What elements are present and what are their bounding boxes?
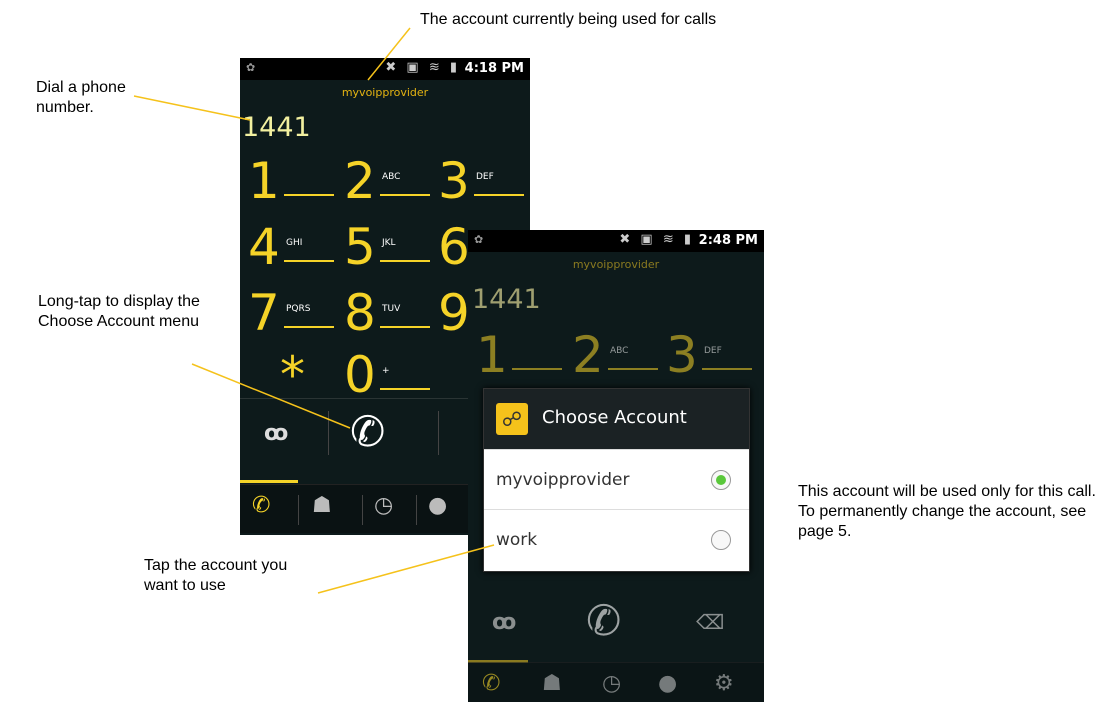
key-digit: 0 [344,346,376,404]
dial-key-7[interactable]: 7 PQRS [248,284,346,342]
dial-key-2[interactable]: 2 ABC [572,326,670,384]
key-underline [284,194,334,196]
key-letters: DEF [704,346,722,356]
voicemail-icon[interactable]: ꝏ [492,610,516,635]
current-account-label: myvoipprovider [572,258,660,271]
phone-tab-icon[interactable]: ✆ [252,493,270,518]
dial-key-2[interactable]: 2 ABC [344,152,442,210]
voicemail-icon[interactable]: ꝏ [264,421,288,446]
call-button[interactable]: ✆ [586,596,621,645]
annotation-tap-account: Tap the account you want to use [144,557,288,594]
status-time: 2:48 PM [698,233,758,248]
key-digit: 9 [438,284,470,342]
key-letters: + [382,366,390,376]
history-tab-icon[interactable]: ◷ [602,671,621,696]
key-underline [474,194,524,196]
messages-tab-icon[interactable]: ● [428,493,447,518]
dial-key-5[interactable]: 5 JKL [344,218,442,276]
status-bar: ✿ ✖ ▣ ≋ ▮ 2:48 PM [468,230,764,252]
key-digit: 8 [344,284,376,342]
annotation-long-tap: Long-tap to display the Choose Account m… [38,293,200,330]
key-underline [608,368,658,370]
key-underline [380,194,430,196]
key-digit: 2 [344,152,376,210]
dial-key-0[interactable]: 0 + [344,346,442,404]
annotation-dial-number: Dial a phone number. [36,79,126,116]
key-letters: ABC [610,346,629,356]
notification-icon: ✿ [246,61,256,74]
status-icons: ✖ ▣ ≋ ▮ [619,232,694,247]
dial-key-1[interactable]: 1 [476,326,574,384]
dial-key-1[interactable]: 1 [248,152,346,210]
key-letters: JKL [382,238,396,248]
dialog-header: ☍ Choose Account [484,389,749,449]
key-underline [284,326,334,328]
bottom-tabs: ✆ ☗ ◷ ● ⚙ [468,662,764,702]
dial-key-4[interactable]: 4 GHI [248,218,346,276]
annotation-current-account: The account currently being used for cal… [420,11,717,28]
key-underline [380,326,430,328]
dial-key-8[interactable]: 8 TUV [344,284,442,342]
choose-account-dialog: ☍ Choose Account myvoipprovider work [483,388,750,572]
key-letters: PQRS [286,304,311,314]
backspace-icon[interactable]: ⌫ [696,610,724,634]
phone-tab-icon[interactable]: ✆ [482,671,500,696]
call-button[interactable]: ✆ [350,407,385,456]
key-letters: GHI [286,238,303,248]
annotation-single-call-note: This account will be used only for this … [798,483,1096,540]
key-digit: 3 [438,152,470,210]
key-digit: 5 [344,218,376,276]
key-underline [284,260,334,262]
key-digit: 3 [666,326,698,384]
key-digit: 6 [438,218,470,276]
account-option-work[interactable]: work [484,509,749,570]
key-underline [512,368,562,370]
key-digit: 4 [248,218,280,276]
dial-key-3[interactable]: 3 DEF [666,326,764,384]
key-underline [380,388,430,390]
account-switch-icon: ☍ [496,403,528,435]
account-option-myvoipprovider[interactable]: myvoipprovider [484,449,749,510]
key-digit: 7 [248,284,280,342]
key-digit: 2 [572,326,604,384]
dialed-number: 1441 [472,284,541,315]
notification-icon: ✿ [474,233,484,246]
messages-tab-icon[interactable]: ● [658,671,677,696]
account-option-label: work [496,530,538,550]
radio-selected-icon[interactable] [711,470,731,490]
dialed-number: 1441 [242,112,311,143]
dial-key-3[interactable]: 3 DEF [438,152,530,210]
settings-tab-icon[interactable]: ⚙ [714,671,734,696]
key-letters: DEF [476,172,494,182]
status-icons: ✖ ▣ ≋ ▮ [385,60,460,75]
key-letters: TUV [382,304,401,314]
key-underline [380,260,430,262]
dialog-title: Choose Account [542,407,687,428]
contacts-tab-icon[interactable]: ☗ [542,671,562,696]
key-underline [702,368,752,370]
status-bar: ✿ ✖ ▣ ≋ ▮ 4:18 PM [240,58,530,80]
key-digit: 1 [248,152,280,210]
key-digit: * [280,346,305,404]
history-tab-icon[interactable]: ◷ [374,493,393,518]
key-digit: 1 [476,326,508,384]
call-action-row: ꝏ ✆ ⌫ [468,592,764,656]
radio-unselected-icon[interactable] [711,530,731,550]
key-letters: ABC [382,172,401,182]
phone-screen-choose-account: ✿ ✖ ▣ ≋ ▮ 2:48 PM myvoipprovider 1441 1 2… [468,230,764,702]
current-account-label: myvoipprovider [341,86,429,99]
account-option-label: myvoipprovider [496,470,630,490]
status-time: 4:18 PM [464,61,524,76]
contacts-tab-icon[interactable]: ☗ [312,493,332,518]
